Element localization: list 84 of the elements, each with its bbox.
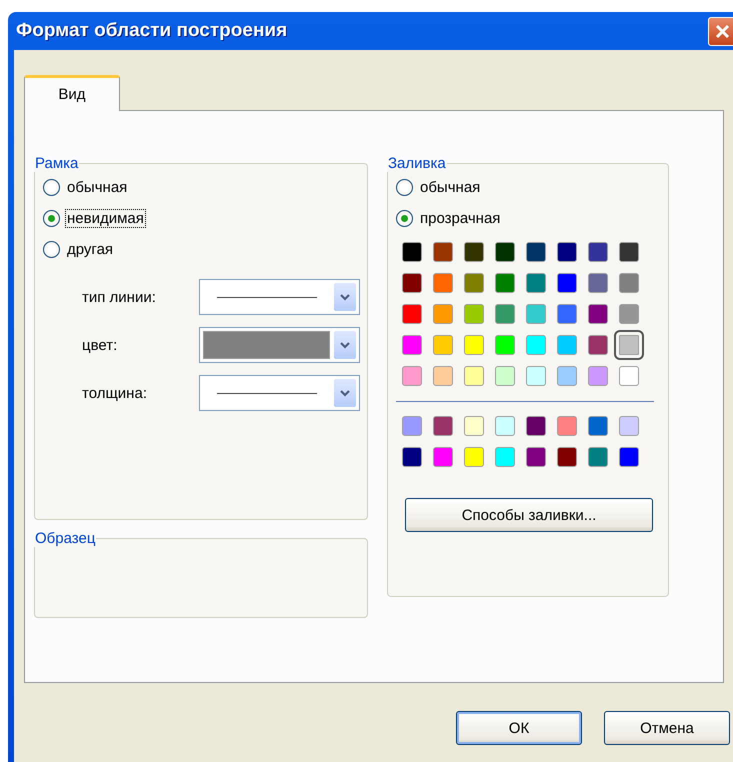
color-swatch[interactable] [402, 447, 422, 467]
color-swatch[interactable] [464, 304, 484, 324]
color-swatch[interactable] [557, 242, 577, 262]
field-label: толщина: [81, 384, 148, 402]
color-swatch[interactable] [402, 335, 422, 355]
color-swatch[interactable] [464, 366, 484, 386]
color-swatch[interactable] [433, 273, 453, 293]
color-swatch[interactable] [402, 366, 422, 386]
color-swatch[interactable] [557, 273, 577, 293]
field-label: цвет: [81, 336, 118, 354]
color-swatch[interactable] [402, 416, 422, 436]
color-swatch[interactable] [402, 273, 422, 293]
dropdown-field[interactable] [199, 375, 360, 411]
color-swatch[interactable] [526, 447, 546, 467]
chevron-down-icon [340, 342, 350, 348]
color-swatch[interactable] [557, 335, 577, 355]
color-swatch[interactable] [557, 366, 577, 386]
radio-button[interactable] [43, 179, 60, 196]
color-swatch[interactable] [588, 304, 608, 324]
dropdown-field[interactable] [199, 279, 360, 315]
color-swatch[interactable] [433, 335, 453, 355]
color-swatch[interactable] [526, 335, 546, 355]
color-swatch[interactable] [619, 366, 639, 386]
color-swatch[interactable] [433, 447, 453, 467]
radio-button[interactable] [43, 210, 60, 227]
color-swatch[interactable] [526, 366, 546, 386]
color-swatch[interactable] [526, 242, 546, 262]
color-swatch[interactable] [402, 304, 422, 324]
color-swatch[interactable] [588, 242, 608, 262]
group-title: Рамка [34, 155, 80, 172]
fill-effects-button[interactable]: Способы заливки... [405, 498, 653, 532]
radio-label[interactable]: обычная [65, 178, 130, 197]
color-swatch[interactable] [495, 304, 515, 324]
color-swatch[interactable] [495, 335, 515, 355]
window-title: Формат области построения [16, 20, 288, 42]
chevron-down-icon [340, 294, 350, 300]
color-swatch[interactable] [495, 366, 515, 386]
color-swatch[interactable] [619, 304, 639, 324]
radio-button[interactable] [43, 241, 60, 258]
color-swatch[interactable] [557, 304, 577, 324]
tab[interactable]: Вид [24, 75, 120, 111]
group-title: Образец [34, 530, 96, 547]
color-swatch[interactable] [619, 273, 639, 293]
color-swatch[interactable] [464, 242, 484, 262]
color-swatch[interactable] [433, 304, 453, 324]
color-swatch[interactable] [619, 242, 639, 262]
color-swatch[interactable] [619, 447, 639, 467]
group-title: Заливка [387, 155, 447, 172]
cancel-button[interactable]: Отмена [604, 711, 730, 745]
color-swatch[interactable] [557, 416, 577, 436]
close-icon [715, 24, 730, 38]
radio-button[interactable] [396, 179, 413, 196]
color-swatch[interactable] [402, 242, 422, 262]
radio-label[interactable]: другая [65, 240, 116, 259]
dropdown-field[interactable] [199, 327, 360, 363]
chevron-down-icon [340, 390, 350, 396]
color-swatch[interactable] [495, 242, 515, 262]
color-swatch[interactable] [526, 273, 546, 293]
color-swatch[interactable] [526, 416, 546, 436]
radio-label[interactable]: прозрачная [418, 209, 502, 228]
color-swatch[interactable] [588, 416, 608, 436]
color-swatch[interactable] [588, 366, 608, 386]
ok-button[interactable]: ОК [456, 711, 582, 745]
color-swatch[interactable] [464, 447, 484, 467]
color-swatch[interactable] [588, 447, 608, 467]
color-swatch[interactable] [464, 416, 484, 436]
color-swatch[interactable] [619, 416, 639, 436]
color-swatch[interactable] [495, 416, 515, 436]
color-swatch[interactable] [464, 273, 484, 293]
close-button[interactable] [708, 16, 733, 46]
color-swatch[interactable] [557, 447, 577, 467]
color-swatch[interactable] [588, 273, 608, 293]
color-swatch[interactable] [526, 304, 546, 324]
radio-button[interactable] [396, 210, 413, 227]
color-swatch[interactable] [464, 335, 484, 355]
color-swatch[interactable] [433, 416, 453, 436]
color-swatch[interactable] [495, 273, 515, 293]
color-swatch[interactable] [433, 366, 453, 386]
color-swatch[interactable] [433, 242, 453, 262]
field-label: тип линии: [81, 288, 157, 306]
color-swatch[interactable] [495, 447, 515, 467]
color-swatch[interactable] [588, 335, 608, 355]
radio-label[interactable]: обычная [418, 178, 482, 197]
radio-label[interactable]: невидимая [65, 209, 146, 228]
